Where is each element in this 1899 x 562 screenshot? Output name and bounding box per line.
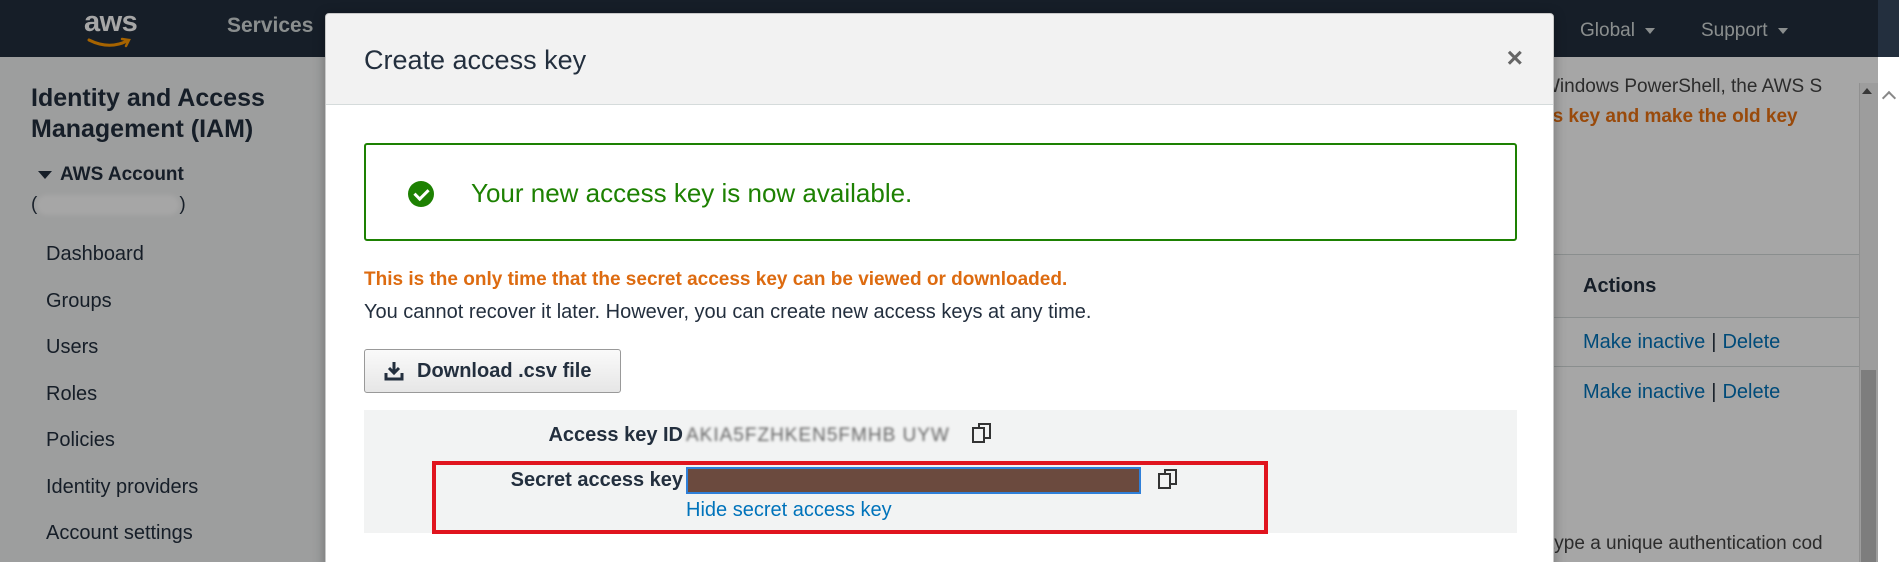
download-csv-button[interactable]: Download .csv file: [364, 349, 621, 393]
dialog-title: Create access key: [364, 45, 587, 75]
dialog-header: Create access key ×: [326, 14, 1553, 105]
access-key-id-value[interactable]: AKIA5FZHKEN5FMHB UYW: [686, 425, 950, 447]
download-icon: [384, 362, 404, 381]
secret-key-warning: This is the only time that the secret ac…: [364, 269, 1068, 290]
copy-icon[interactable]: [970, 422, 994, 446]
secret-key-info: You cannot recover it later. However, yo…: [364, 301, 1092, 323]
check-circle-icon: [408, 181, 434, 207]
download-csv-label: Download .csv file: [417, 359, 592, 382]
access-key-id-label: Access key ID: [548, 424, 683, 446]
annotation-highlight-box: [432, 461, 1268, 534]
window-edge: [1878, 57, 1899, 562]
success-message: Your new access key is now available.: [471, 178, 913, 208]
success-alert: Your new access key is now available.: [364, 143, 1517, 241]
close-icon[interactable]: ×: [1507, 44, 1523, 72]
